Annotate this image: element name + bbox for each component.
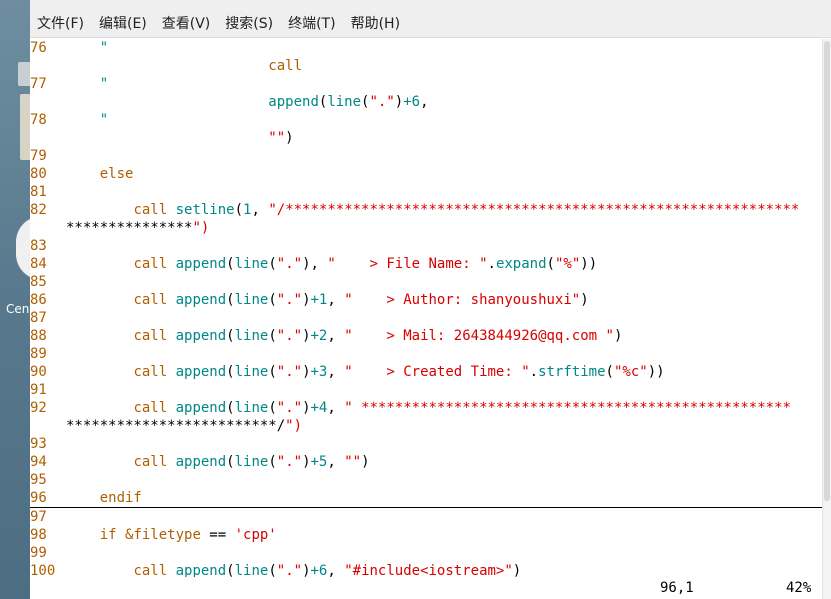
terminal-window: 文件(F) 编辑(E) 查看(V) 搜索(S) 终端(T) 帮助(H) 76 "… [30,0,831,599]
desktop-background: Cen [0,0,42,599]
line-number: 91 [30,382,47,398]
code-text: append(line(".")+6, [268,94,429,110]
code-text: call append(line(".")+2, " > Mail: 26438… [133,328,623,344]
code-line: 91 [30,381,822,399]
line-number: 87 [30,310,47,326]
code-line: 94 call append(line(".")+5, "") [30,453,822,471]
line-number: 76 [30,40,47,56]
code-text: call append(line(".")+4, " *************… [133,400,791,416]
line-number: 97 [30,509,47,525]
menu-file[interactable]: 文件(F) [36,0,92,33]
code-text: *************************/") [66,418,303,434]
scrollbar[interactable] [822,39,831,599]
scroll-percent: 42% [786,580,812,596]
scrollbar-thumb[interactable] [824,41,830,501]
code-line: append(line(".")+6, [30,93,822,111]
code-line: 85 [30,273,822,291]
line-number: 84 [30,256,47,272]
menu-view[interactable]: 查看(V) [161,0,219,33]
line-number: 96 [30,490,47,506]
code-text: call setline(1, "/**********************… [133,202,800,218]
code-line: 80 else [30,165,822,183]
line-number: 86 [30,292,47,308]
code-line: 100 call append(line(".")+6, "#include<i… [30,562,822,577]
code-text: call append(line(".")+6, "#include<iostr… [133,563,522,577]
cursor-position: 96,1 [660,580,694,596]
code-line: 83 [30,237,822,255]
line-number: 78 [30,112,47,128]
line-number: 90 [30,364,47,380]
code-line: 81 [30,183,822,201]
code-line: 95 [30,471,822,489]
code-line: call [30,57,822,75]
code-line: 86 call append(line(".")+1, " > Author: … [30,291,822,309]
menu-search[interactable]: 搜索(S) [224,0,281,33]
code-text: endif [99,490,142,506]
code-line: 88 call append(line(".")+2, " > Mail: 26… [30,327,822,345]
line-number: 79 [30,148,47,164]
code-text: call append(line("."), " > File Name: ".… [133,256,598,272]
code-line: 87 [30,309,822,327]
code-line: 77 " [30,75,822,93]
line-number: 80 [30,166,47,182]
code-line: 82 call setline(1, "/*******************… [30,201,822,219]
menu-terminal[interactable]: 终端(T) [287,0,343,33]
code-text: "") [268,130,294,146]
code-line: 99 [30,544,822,562]
code-line: "") [30,129,822,147]
code-line: 76 " [30,39,822,57]
line-number: 99 [30,545,47,561]
line-number: 92 [30,400,47,416]
code-text: call append(line(".")+5, "") [133,454,370,470]
code-text: call [268,58,303,74]
menu-bar: 文件(F) 编辑(E) 查看(V) 搜索(S) 终端(T) 帮助(H) [30,0,831,38]
code-text: else [99,166,134,182]
desktop-icon-label: Cen [6,302,30,316]
line-number: 93 [30,436,47,452]
menu-edit[interactable]: 编辑(E) [98,0,155,33]
desktop-icon-partial[interactable] [20,94,30,160]
line-number: 89 [30,346,47,362]
code-line: 97 [30,508,822,526]
line-number: 88 [30,328,47,344]
code-text: call append(line(".")+1, " > Author: sha… [133,292,589,308]
code-text: ***************") [66,220,210,236]
code-text: call append(line(".")+3, " > Created Tim… [133,364,665,380]
code-line: 93 [30,435,822,453]
code-line: 79 [30,147,822,165]
desktop-icon-partial[interactable] [18,62,30,86]
code-text: " [99,40,109,56]
menu-help[interactable]: 帮助(H) [350,0,408,33]
code-text: if &filetype == 'cpp' [99,527,277,543]
code-line: 84 call append(line("."), " > File Name:… [30,255,822,273]
line-number: 98 [30,527,47,543]
line-number: 81 [30,184,47,200]
code-line: 90 call append(line(".")+3, " > Created … [30,363,822,381]
line-number: 83 [30,238,47,254]
code-line: ***************") [30,219,822,237]
line-number: 100 [30,563,56,577]
code-line: 78 " [30,111,822,129]
code-line: 89 [30,345,822,363]
code-line: *************************/") [30,417,822,435]
code-text: " [99,112,109,128]
line-number: 94 [30,454,47,470]
vim-editor[interactable]: 76 " call 77 " append(line(".")+6, 78 " … [30,39,822,577]
line-number: 85 [30,274,47,290]
code-line: 92 call append(line(".")+4, " **********… [30,399,822,417]
code-line: 98 if &filetype == 'cpp' [30,526,822,544]
cursor-line: 96 endif [30,489,822,508]
line-number: 95 [30,472,47,488]
code-text: " [99,76,109,92]
line-number: 77 [30,76,47,92]
vim-status-line: 96,1 42% [30,577,822,599]
line-number: 82 [30,202,47,218]
